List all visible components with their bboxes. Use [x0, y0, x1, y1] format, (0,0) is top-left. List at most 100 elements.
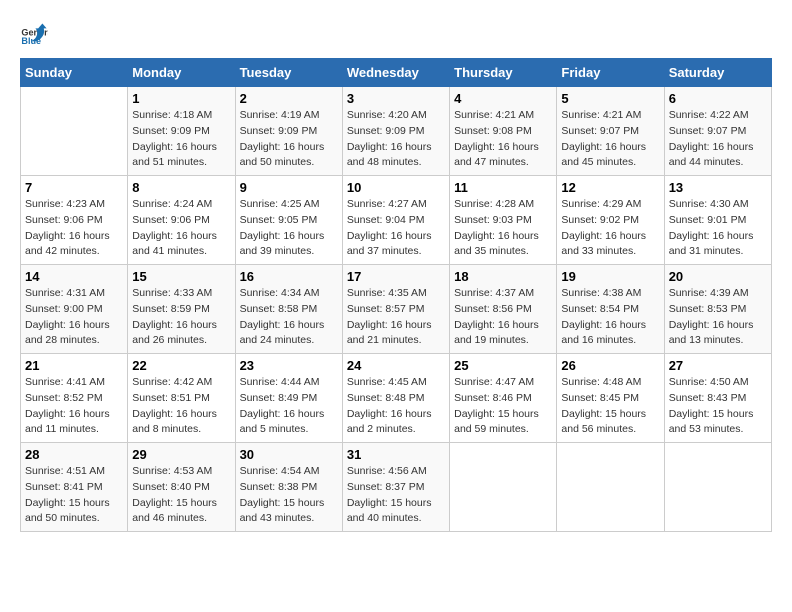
day-info: Sunrise: 4:38 AM Sunset: 8:54 PM Dayligh…: [561, 286, 659, 349]
calendar-cell: 9Sunrise: 4:25 AM Sunset: 9:05 PM Daylig…: [235, 176, 342, 265]
calendar-cell: [21, 87, 128, 176]
day-info: Sunrise: 4:48 AM Sunset: 8:45 PM Dayligh…: [561, 375, 659, 438]
day-info: Sunrise: 4:41 AM Sunset: 8:52 PM Dayligh…: [25, 375, 123, 438]
day-number: 6: [669, 91, 767, 106]
calendar-cell: 26 Sunrise: 4:48 AM Sunset: 8:45 PM Dayli…: [557, 354, 664, 443]
day-number: 20: [669, 269, 767, 284]
day-number: 19: [561, 269, 659, 284]
day-info: Sunrise: 4:18 AM Sunset: 9:09 PM Dayligh…: [132, 108, 230, 171]
column-header-tuesday: Tuesday: [235, 59, 342, 87]
calendar-cell: 3 Sunrise: 4:20 AM Sunset: 9:09 PM Daylig…: [342, 87, 449, 176]
day-number: 30: [240, 447, 338, 462]
calendar-table: SundayMondayTuesdayWednesdayThursdayFrid…: [20, 58, 772, 532]
calendar-cell: 19 Sunrise: 4:38 AM Sunset: 8:54 PM Dayli…: [557, 265, 664, 354]
calendar-cell: 11 Sunrise: 4:28 AM Sunset: 9:03 PM Dayli…: [450, 176, 557, 265]
day-number: 31: [347, 447, 445, 462]
day-info: Sunrise: 4:31 AM Sunset: 9:00 PM Dayligh…: [25, 286, 123, 349]
calendar-cell: 17 Sunrise: 4:35 AM Sunset: 8:57 PM Dayli…: [342, 265, 449, 354]
day-number: 17: [347, 269, 445, 284]
calendar-cell: 25 Sunrise: 4:47 AM Sunset: 8:46 PM Dayli…: [450, 354, 557, 443]
calendar-cell: 8Sunrise: 4:24 AM Sunset: 9:06 PM Daylig…: [128, 176, 235, 265]
day-info: Sunrise: 4:50 AM Sunset: 8:43 PM Dayligh…: [669, 375, 767, 438]
day-info: Sunrise: 4:39 AM Sunset: 8:53 PM Dayligh…: [669, 286, 767, 349]
day-number: 9: [240, 180, 338, 195]
day-number: 27: [669, 358, 767, 373]
calendar-cell: 24 Sunrise: 4:45 AM Sunset: 8:48 PM Dayli…: [342, 354, 449, 443]
day-number: 13: [669, 180, 767, 195]
calendar-cell: [557, 443, 664, 532]
calendar-cell: 1 Sunrise: 4:18 AM Sunset: 9:09 PM Daylig…: [128, 87, 235, 176]
day-number: 5: [561, 91, 659, 106]
calendar-cell: 13 Sunrise: 4:30 AM Sunset: 9:01 PM Dayli…: [664, 176, 771, 265]
day-number: 11: [454, 180, 552, 195]
day-number: 1: [132, 91, 230, 106]
week-row-4: 21 Sunrise: 4:41 AM Sunset: 8:52 PM Dayli…: [21, 354, 772, 443]
day-info: Sunrise: 4:28 AM Sunset: 9:03 PM Dayligh…: [454, 197, 552, 260]
day-number: 16: [240, 269, 338, 284]
calendar-cell: 29Sunrise: 4:53 AM Sunset: 8:40 PM Dayli…: [128, 443, 235, 532]
day-number: 10: [347, 180, 445, 195]
day-info: Sunrise: 4:42 AM Sunset: 8:51 PM Dayligh…: [132, 375, 230, 438]
day-number: 24: [347, 358, 445, 373]
day-info: Sunrise: 4:45 AM Sunset: 8:48 PM Dayligh…: [347, 375, 445, 438]
logo-icon: General Blue: [20, 20, 48, 48]
day-info: Sunrise: 4:54 AM Sunset: 8:38 PM Dayligh…: [240, 464, 338, 527]
calendar-cell: 30 Sunrise: 4:54 AM Sunset: 8:38 PM Dayli…: [235, 443, 342, 532]
day-number: 21: [25, 358, 123, 373]
day-number: 15: [132, 269, 230, 284]
calendar-cell: 4Sunrise: 4:21 AM Sunset: 9:08 PM Daylig…: [450, 87, 557, 176]
day-number: 3: [347, 91, 445, 106]
day-number: 12: [561, 180, 659, 195]
day-number: 28: [25, 447, 123, 462]
day-info: Sunrise: 4:21 AM Sunset: 9:07 PM Dayligh…: [561, 108, 659, 171]
calendar-cell: 7 Sunrise: 4:23 AM Sunset: 9:06 PM Daylig…: [21, 176, 128, 265]
column-header-friday: Friday: [557, 59, 664, 87]
column-header-wednesday: Wednesday: [342, 59, 449, 87]
week-row-3: 14 Sunrise: 4:31 AM Sunset: 9:00 PM Dayli…: [21, 265, 772, 354]
day-number: 29: [132, 447, 230, 462]
calendar-cell: [664, 443, 771, 532]
day-info: Sunrise: 4:20 AM Sunset: 9:09 PM Dayligh…: [347, 108, 445, 171]
calendar-cell: 5 Sunrise: 4:21 AM Sunset: 9:07 PM Daylig…: [557, 87, 664, 176]
calendar-cell: 14 Sunrise: 4:31 AM Sunset: 9:00 PM Dayli…: [21, 265, 128, 354]
calendar-cell: 31 Sunrise: 4:56 AM Sunset: 8:37 PM Dayli…: [342, 443, 449, 532]
calendar-cell: 23 Sunrise: 4:44 AM Sunset: 8:49 PM Dayli…: [235, 354, 342, 443]
day-info: Sunrise: 4:23 AM Sunset: 9:06 PM Dayligh…: [25, 197, 123, 260]
day-info: Sunrise: 4:51 AM Sunset: 8:41 PM Dayligh…: [25, 464, 123, 527]
logo: General Blue: [20, 20, 48, 48]
calendar-cell: 10 Sunrise: 4:27 AM Sunset: 9:04 PM Dayli…: [342, 176, 449, 265]
calendar-cell: 27 Sunrise: 4:50 AM Sunset: 8:43 PM Dayli…: [664, 354, 771, 443]
column-header-monday: Monday: [128, 59, 235, 87]
day-number: 14: [25, 269, 123, 284]
calendar-cell: 22Sunrise: 4:42 AM Sunset: 8:51 PM Dayli…: [128, 354, 235, 443]
day-info: Sunrise: 4:21 AM Sunset: 9:08 PM Dayligh…: [454, 108, 552, 171]
day-number: 26: [561, 358, 659, 373]
day-number: 25: [454, 358, 552, 373]
day-info: Sunrise: 4:30 AM Sunset: 9:01 PM Dayligh…: [669, 197, 767, 260]
day-info: Sunrise: 4:22 AM Sunset: 9:07 PM Dayligh…: [669, 108, 767, 171]
day-number: 7: [25, 180, 123, 195]
header-row: SundayMondayTuesdayWednesdayThursdayFrid…: [21, 59, 772, 87]
calendar-cell: 21 Sunrise: 4:41 AM Sunset: 8:52 PM Dayli…: [21, 354, 128, 443]
day-info: Sunrise: 4:29 AM Sunset: 9:02 PM Dayligh…: [561, 197, 659, 260]
day-info: Sunrise: 4:37 AM Sunset: 8:56 PM Dayligh…: [454, 286, 552, 349]
column-header-sunday: Sunday: [21, 59, 128, 87]
day-info: Sunrise: 4:44 AM Sunset: 8:49 PM Dayligh…: [240, 375, 338, 438]
day-info: Sunrise: 4:47 AM Sunset: 8:46 PM Dayligh…: [454, 375, 552, 438]
day-number: 8: [132, 180, 230, 195]
column-header-saturday: Saturday: [664, 59, 771, 87]
page-header: General Blue: [20, 20, 772, 48]
calendar-cell: 15 Sunrise: 4:33 AM Sunset: 8:59 PM Dayli…: [128, 265, 235, 354]
column-header-thursday: Thursday: [450, 59, 557, 87]
day-info: Sunrise: 4:27 AM Sunset: 9:04 PM Dayligh…: [347, 197, 445, 260]
day-number: 23: [240, 358, 338, 373]
calendar-cell: 12 Sunrise: 4:29 AM Sunset: 9:02 PM Dayli…: [557, 176, 664, 265]
week-row-1: 1 Sunrise: 4:18 AM Sunset: 9:09 PM Daylig…: [21, 87, 772, 176]
day-info: Sunrise: 4:33 AM Sunset: 8:59 PM Dayligh…: [132, 286, 230, 349]
calendar-cell: [450, 443, 557, 532]
day-info: Sunrise: 4:34 AM Sunset: 8:58 PM Dayligh…: [240, 286, 338, 349]
day-info: Sunrise: 4:56 AM Sunset: 8:37 PM Dayligh…: [347, 464, 445, 527]
day-info: Sunrise: 4:35 AM Sunset: 8:57 PM Dayligh…: [347, 286, 445, 349]
calendar-cell: 16 Sunrise: 4:34 AM Sunset: 8:58 PM Dayli…: [235, 265, 342, 354]
calendar-cell: 28 Sunrise: 4:51 AM Sunset: 8:41 PM Dayli…: [21, 443, 128, 532]
